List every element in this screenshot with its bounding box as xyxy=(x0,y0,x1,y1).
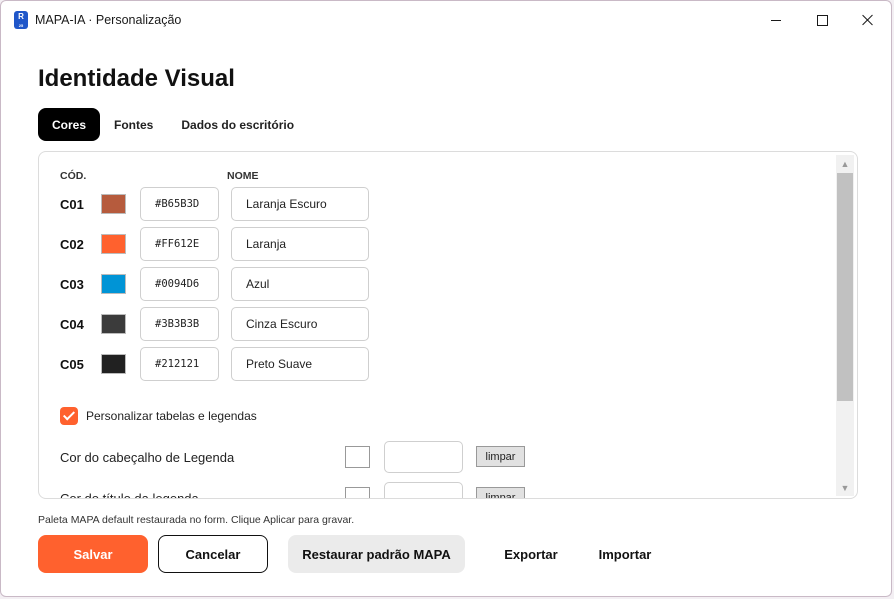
legend-color-swatch[interactable] xyxy=(345,446,370,468)
color-code: C02 xyxy=(60,237,84,252)
page-title: Identidade Visual xyxy=(38,65,235,92)
color-row: C01 #B65B3D Laranja Escuro xyxy=(39,187,439,221)
minimize-button[interactable] xyxy=(753,1,799,39)
scroll-down-icon[interactable]: ▼ xyxy=(836,479,854,496)
cancel-button[interactable]: Cancelar xyxy=(158,535,268,573)
color-code: C05 xyxy=(60,357,84,372)
legend-row-label: Cor do título da legenda xyxy=(60,491,199,499)
minimize-icon xyxy=(771,19,781,21)
customize-checkbox[interactable] xyxy=(60,407,78,425)
color-swatch[interactable] xyxy=(101,354,126,374)
status-message: Paleta MAPA default restaurada no form. … xyxy=(38,514,355,526)
tab-cores[interactable]: Cores xyxy=(38,108,101,141)
scroll-up-icon[interactable]: ▲ xyxy=(836,155,854,172)
name-input[interactable]: Laranja Escuro xyxy=(231,187,369,221)
maximize-button[interactable] xyxy=(799,1,845,39)
name-input[interactable]: Azul xyxy=(231,267,369,301)
app-logo-icon: R 25 xyxy=(14,11,28,29)
color-swatch[interactable] xyxy=(101,274,126,294)
color-code: C03 xyxy=(60,277,84,292)
color-swatch[interactable] xyxy=(101,234,126,254)
legend-hex-input[interactable] xyxy=(384,482,463,498)
close-icon xyxy=(862,14,874,26)
header-name: NOME xyxy=(227,170,259,182)
color-swatch[interactable] xyxy=(101,194,126,214)
clear-button[interactable]: limpar xyxy=(476,446,525,467)
legend-hex-input[interactable] xyxy=(384,441,463,473)
name-input[interactable]: Cinza Escuro xyxy=(231,307,369,341)
vertical-scrollbar[interactable]: ▲ ▼ xyxy=(836,155,854,496)
color-row: C04 #3B3B3B Cinza Escuro xyxy=(39,307,439,341)
save-button[interactable]: Salvar xyxy=(38,535,148,573)
customize-checkbox-label: Personalizar tabelas e legendas xyxy=(86,409,257,423)
title-bar: R 25 MAPA-IA · Personalização xyxy=(1,1,891,39)
hex-input[interactable]: #3B3B3B xyxy=(140,307,219,341)
name-input[interactable]: Preto Suave xyxy=(231,347,369,381)
colors-panel: CÓD. NOME C01 #B65B3D Laranja Escuro C02… xyxy=(38,151,858,499)
export-button[interactable]: Exportar xyxy=(485,535,577,573)
header-code: CÓD. xyxy=(60,170,87,182)
legend-color-row: Cor do cabeçalho de Legenda limpar xyxy=(39,441,559,475)
name-input[interactable]: Laranja xyxy=(231,227,369,261)
color-code: C01 xyxy=(60,197,84,212)
color-row: C02 #FF612E Laranja xyxy=(39,227,439,261)
app-window: R 25 MAPA-IA · Personalização Identidade… xyxy=(0,0,892,597)
close-button[interactable] xyxy=(845,1,891,39)
scroll-thumb[interactable] xyxy=(837,173,853,401)
legend-row-label: Cor do cabeçalho de Legenda xyxy=(60,450,235,465)
import-button[interactable]: Importar xyxy=(585,535,665,573)
color-swatch[interactable] xyxy=(101,314,126,334)
tab-dados-escritorio[interactable]: Dados do escritório xyxy=(167,108,308,141)
clear-button[interactable]: limpar xyxy=(476,487,525,498)
tab-bar: Cores Fontes Dados do escritório xyxy=(38,108,308,141)
hex-input[interactable]: #212121 xyxy=(140,347,219,381)
hex-input[interactable]: #B65B3D xyxy=(140,187,219,221)
hex-input[interactable]: #0094D6 xyxy=(140,267,219,301)
tab-fontes[interactable]: Fontes xyxy=(100,108,167,141)
legend-color-row: Cor do título da legenda limpar xyxy=(39,482,559,499)
restore-default-button[interactable]: Restaurar padrão MAPA xyxy=(288,535,465,573)
color-row: C05 #212121 Preto Suave xyxy=(39,347,439,381)
color-row: C03 #0094D6 Azul xyxy=(39,267,439,301)
hex-input[interactable]: #FF612E xyxy=(140,227,219,261)
window-title: MAPA-IA · Personalização xyxy=(35,13,182,27)
maximize-icon xyxy=(816,14,828,26)
color-code: C04 xyxy=(60,317,84,332)
legend-color-swatch[interactable] xyxy=(345,487,370,498)
